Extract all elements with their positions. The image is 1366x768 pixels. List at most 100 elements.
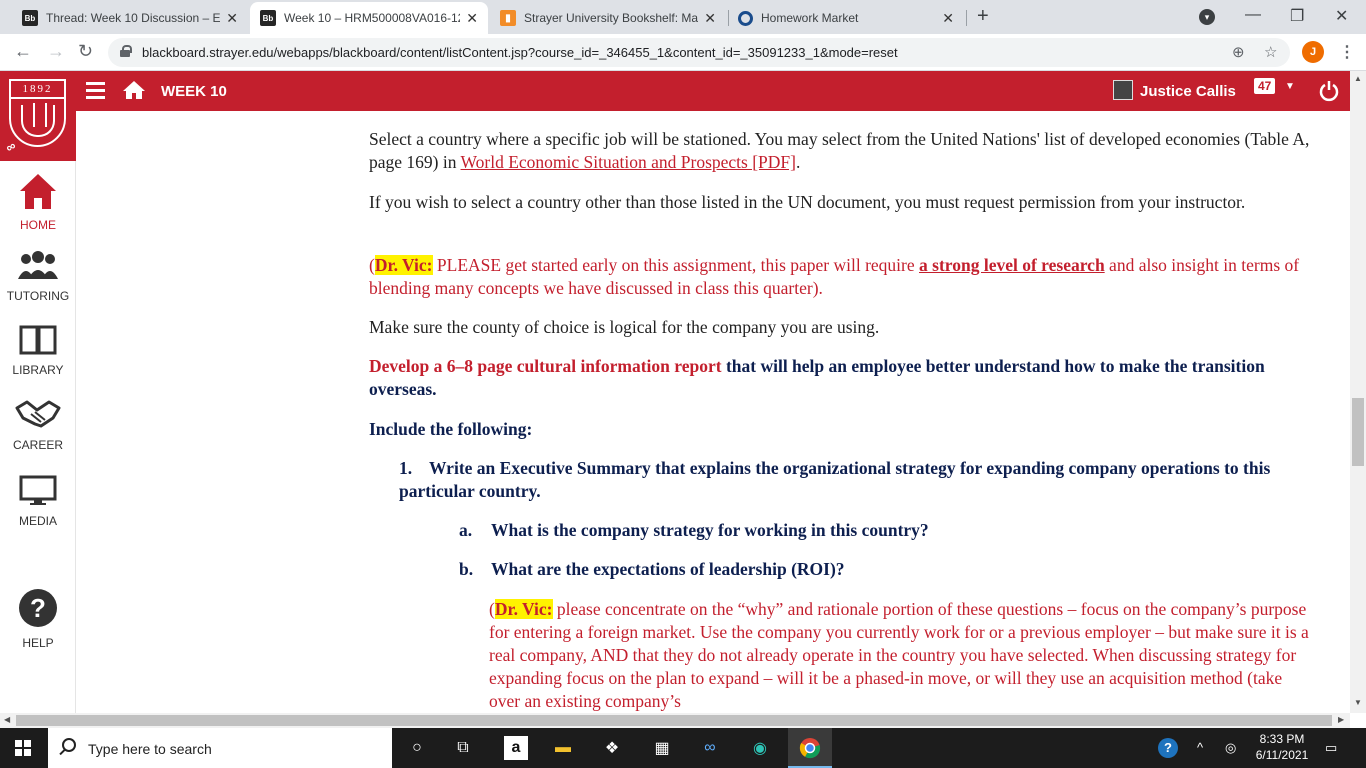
paragraph-country-selection: Select a country where a specific job wi…	[369, 128, 1314, 174]
un-report-link[interactable]: World Economic Situation and Prospects […	[461, 152, 796, 172]
close-tab-icon[interactable]: ✕	[226, 10, 238, 27]
windows-taskbar: Type here to search ○ ⧉ a ▬ ❖ ▦ ∞ ◉ ? ^ …	[0, 728, 1366, 768]
sidebar-item-home[interactable]: HOME	[0, 172, 76, 232]
cortana-icon[interactable]: ○	[405, 736, 429, 760]
bookmark-star-icon[interactable]: ☆	[1264, 43, 1277, 61]
sidebar-item-help[interactable]: ? HELP	[0, 588, 76, 650]
task-view-icon[interactable]: ⧉	[451, 736, 475, 760]
browser-tab-strip: Bb Thread: Week 10 Discussion – EC ✕ Bb …	[0, 0, 1366, 34]
sidebar-item-tutoring[interactable]: TUTORING	[0, 251, 76, 303]
browser-toolbar: ← → ↻ blackboard.strayer.edu/webapps/bla…	[0, 34, 1366, 71]
tab-title: Homework Market	[761, 11, 859, 25]
windows-start-icon[interactable]	[15, 740, 31, 756]
report-requirement: Develop a 6–8 page cultural information …	[369, 356, 722, 376]
logout-power-icon[interactable]	[1319, 80, 1339, 102]
paragraph-dr-vic-note-2: (Dr. Vic: please concentrate on the “why…	[489, 598, 1314, 713]
home-icon	[20, 174, 56, 209]
close-tab-icon[interactable]: ✕	[942, 10, 954, 27]
search-icon	[62, 738, 76, 752]
include-heading: Include the following:	[369, 419, 533, 439]
hamburger-menu-icon[interactable]	[86, 82, 105, 99]
bookshelf-favicon-icon: ▮	[500, 10, 516, 26]
tab-thread-week10[interactable]: Bb Thread: Week 10 Discussion – EC ✕	[12, 2, 248, 34]
list-letter: b.	[459, 559, 474, 579]
profile-avatar[interactable]: J	[1302, 41, 1324, 63]
minimize-window-icon[interactable]: —	[1245, 6, 1261, 24]
user-avatar[interactable]	[1113, 80, 1133, 100]
sidebar-item-library[interactable]: LIBRARY	[0, 323, 76, 377]
close-window-icon[interactable]: ✕	[1335, 6, 1348, 26]
scroll-down-arrow-icon[interactable]: ▼	[1354, 698, 1362, 707]
url-text[interactable]: blackboard.strayer.edu/webapps/blackboar…	[142, 45, 898, 60]
forward-arrow-icon[interactable]: →	[47, 41, 65, 62]
chevron-up-icon[interactable]: ^	[1197, 740, 1203, 755]
left-sidebar: 1892 ∞ HOME TUTORING LIBRARY CAREER MEDI…	[0, 71, 76, 713]
horizontal-scroll-thumb[interactable]	[16, 715, 1332, 726]
sidebar-item-label: HOME	[20, 218, 56, 232]
store-icon[interactable]: ▦	[650, 736, 674, 760]
people-icon	[18, 251, 58, 279]
taskbar-search[interactable]: Type here to search	[48, 728, 392, 768]
reload-icon[interactable]: ↻	[78, 41, 93, 62]
close-tab-icon[interactable]: ✕	[466, 10, 478, 27]
vertical-scrollbar[interactable]: ▲ ▼	[1350, 71, 1366, 713]
file-explorer-icon[interactable]: ▬	[551, 736, 575, 760]
restore-window-icon[interactable]: ❐	[1290, 6, 1304, 26]
shield-logo-icon: 1892	[9, 79, 66, 147]
sidebar-item-career[interactable]: CAREER	[0, 398, 76, 452]
chevron-down-icon[interactable]: ▼	[1285, 81, 1295, 92]
page-title[interactable]: WEEK 10	[161, 83, 227, 100]
list-item-executive-summary: 1. Write an Executive Summary that explai…	[399, 457, 1279, 503]
network-icon[interactable]: ◎	[1225, 740, 1236, 756]
address-bar[interactable]: blackboard.strayer.edu/webapps/blackboar…	[108, 38, 1290, 67]
list-item-text: Write an Executive Summary that explains…	[399, 458, 1271, 501]
paragraph-text: PLEASE get started early on this assignm…	[432, 255, 920, 275]
dr-vic-highlight: Dr. Vic:	[494, 599, 553, 619]
close-tab-icon[interactable]: ✕	[704, 10, 716, 27]
link-chain-icon[interactable]: ∞	[3, 138, 19, 156]
scroll-up-arrow-icon[interactable]: ▲	[1354, 74, 1362, 83]
amazon-app-icon[interactable]: a	[504, 736, 528, 760]
tab-week10-active[interactable]: Bb Week 10 – HRM500008VA016-12 ✕	[250, 2, 488, 34]
edge-browser-icon[interactable]: ◉	[748, 736, 772, 760]
sidebar-item-label: TUTORING	[6, 289, 70, 303]
lock-icon	[120, 45, 132, 57]
infinity-app-icon[interactable]: ∞	[698, 736, 722, 760]
list-item-sub-b: b. What are the expectations of leadershi…	[459, 558, 1279, 581]
tab-title: Week 10 – HRM500008VA016-12	[284, 11, 461, 25]
tab-separator	[728, 10, 729, 26]
scroll-right-arrow-icon[interactable]: ▶	[1338, 715, 1344, 724]
scroll-left-arrow-icon[interactable]: ◀	[4, 715, 10, 724]
tab-search-icon[interactable]: ▾	[1199, 9, 1215, 25]
vertical-scroll-thumb[interactable]	[1352, 398, 1364, 466]
zoom-icon[interactable]: ⊕	[1232, 43, 1245, 61]
horizontal-scrollbar[interactable]: ◀ ▶	[0, 713, 1350, 728]
blackboard-favicon-icon: Bb	[22, 10, 38, 26]
paragraph-permission: If you wish to select a country other th…	[369, 192, 1246, 212]
paragraph-dr-vic-note: (Dr. Vic: PLEASE get started early on th…	[369, 254, 1314, 300]
user-name-link[interactable]: Justice Callis	[1140, 83, 1236, 100]
tab-separator	[966, 10, 967, 26]
list-number: 1.	[399, 458, 413, 478]
university-logo[interactable]: 1892 ∞	[0, 71, 76, 161]
paragraph-text: (	[369, 255, 375, 275]
sidebar-item-media[interactable]: MEDIA	[0, 474, 76, 528]
system-clock[interactable]: 8:33 PM 6/11/2021	[1252, 731, 1312, 763]
notifications-icon[interactable]: ▭	[1325, 740, 1337, 756]
notification-badge[interactable]: 47	[1254, 78, 1276, 94]
paragraph-text: please concentrate on the “why” and rati…	[489, 599, 1309, 711]
tab-homework-market[interactable]: Homework Market ✕	[728, 2, 964, 34]
home-icon[interactable]	[122, 80, 146, 100]
content-area: Select a country where a specific job wi…	[77, 111, 1350, 713]
paragraph-county-choice: Make sure the county of choice is logica…	[369, 317, 880, 337]
chrome-browser-icon[interactable]	[798, 736, 822, 760]
dropbox-icon[interactable]: ❖	[600, 736, 624, 760]
list-item-text: What are the expectations of leadership …	[491, 559, 845, 579]
help-tray-icon[interactable]: ?	[1158, 738, 1178, 758]
tab-bookshelf[interactable]: ▮ Strayer University Bookshelf: Mar ✕	[490, 2, 726, 34]
browser-menu-icon[interactable]: ⋮	[1339, 42, 1355, 62]
new-tab-button[interactable]: +	[977, 5, 989, 28]
search-placeholder: Type here to search	[88, 741, 212, 757]
back-arrow-icon[interactable]: ←	[14, 41, 32, 62]
research-emphasis: a strong level of research	[919, 255, 1105, 275]
